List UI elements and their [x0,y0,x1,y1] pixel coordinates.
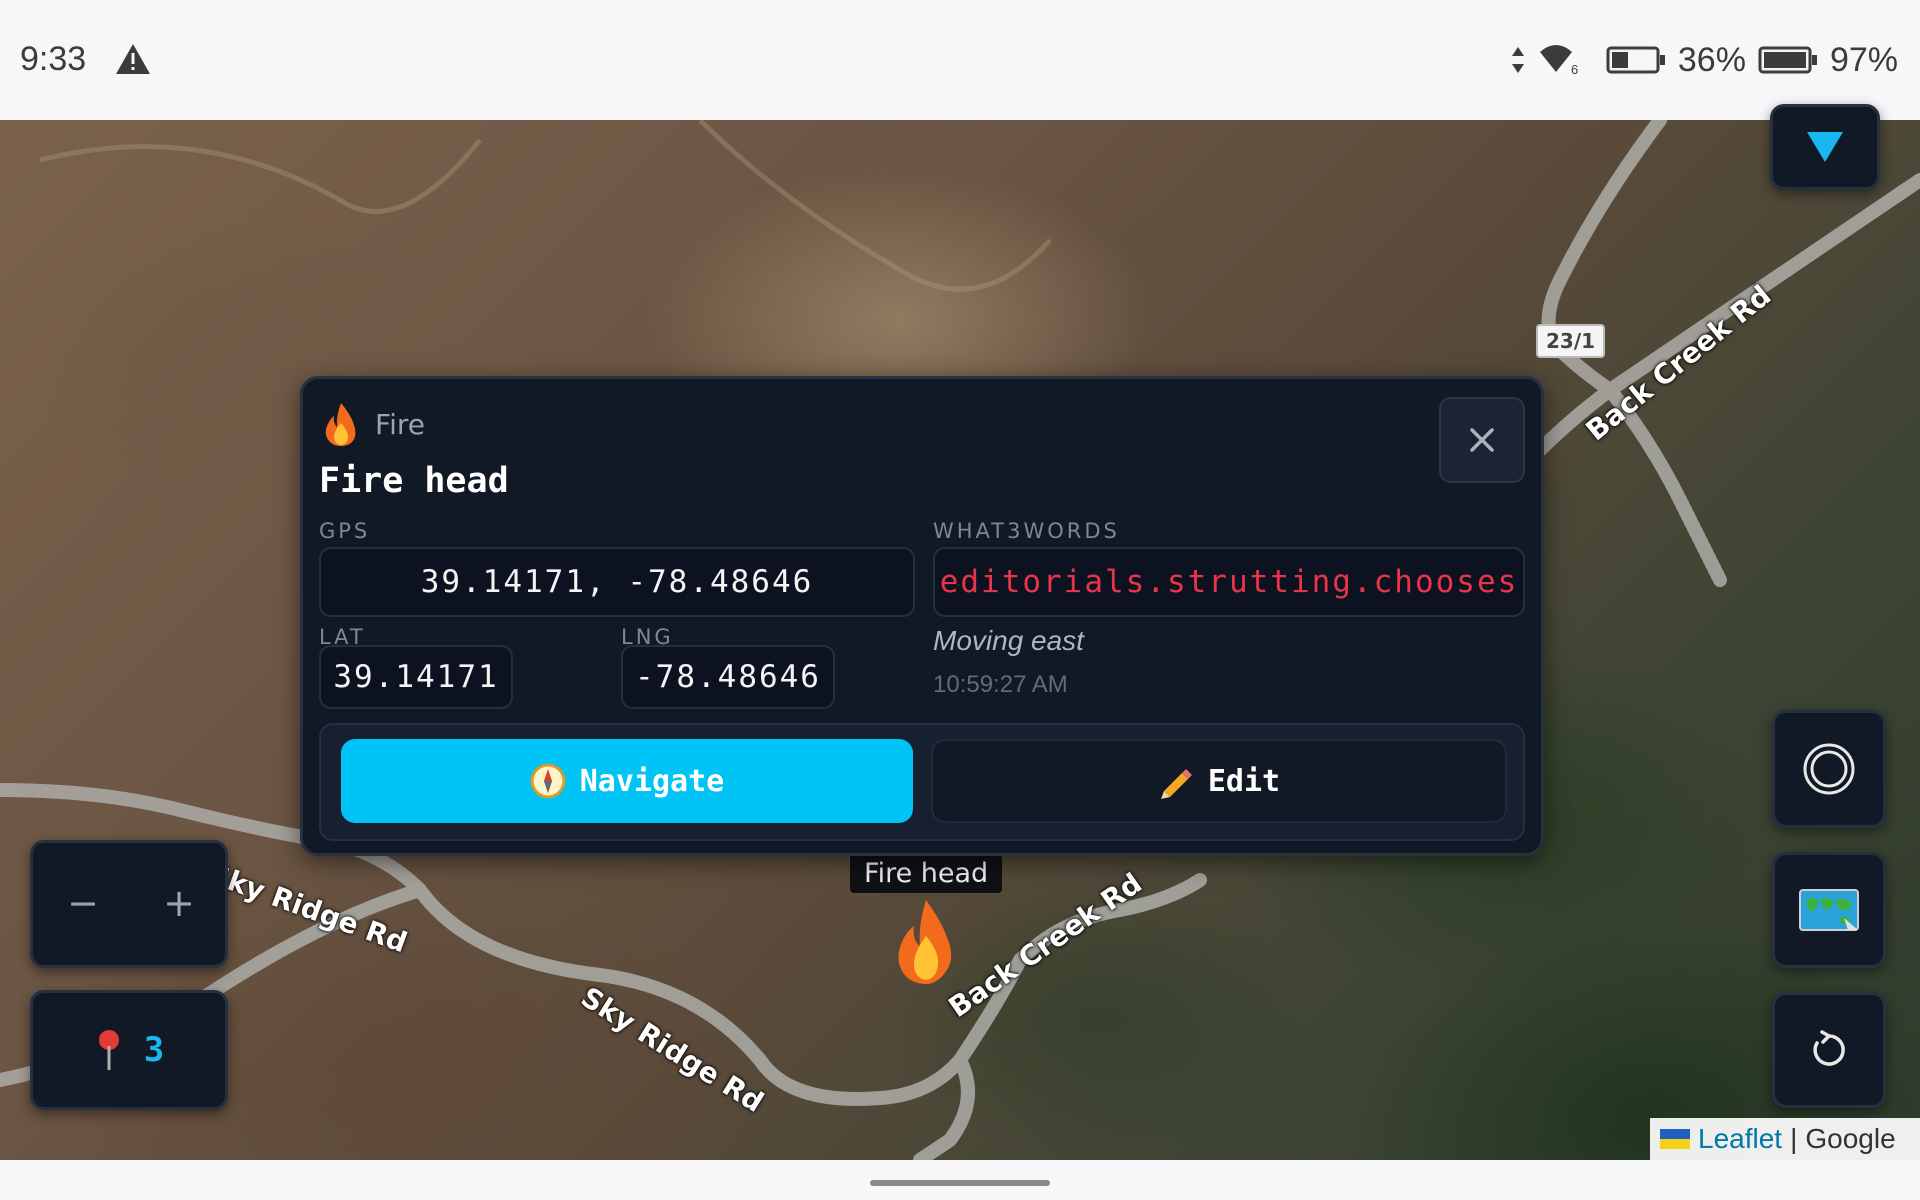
close-button[interactable] [1439,397,1525,483]
target-icon [1803,743,1855,795]
edit-button[interactable]: Edit [931,739,1507,823]
zoom-out-button[interactable]: − [53,873,113,933]
marker-count-button[interactable]: 3 [30,990,228,1110]
triangle-down-icon [1807,132,1843,162]
fire-icon [325,403,356,446]
battery-b-percent: 97% [1829,40,1898,79]
popup-category-label: Fire [375,407,425,441]
lat-value[interactable]: 39.14171 [319,645,513,709]
navigate-button[interactable]: Navigate [341,739,913,823]
marker-label[interactable]: Fire head [850,854,1003,893]
zoom-control: − + [30,840,228,968]
leaflet-link[interactable]: Leaflet [1698,1123,1782,1155]
world-map-icon [1799,889,1859,931]
marker-count: 3 [143,1030,165,1070]
pencil-icon [1160,769,1192,799]
what3words-value[interactable]: editorials.strutting.chooses [933,547,1525,617]
popup-actions: Navigate Edit [319,723,1525,841]
timestamp: 10:59:27 AM [933,671,1068,698]
pin-icon [98,1030,119,1070]
attribution-separator: | [1790,1123,1798,1154]
compass-icon [530,763,566,799]
google-attribution: Google [1805,1123,1896,1154]
close-icon [1470,428,1494,452]
status-bar: 9:33 6 36% 97% [0,0,1920,120]
battery-icon [1606,46,1665,74]
svg-text:6: 6 [1571,62,1578,76]
battery-icon [1758,46,1817,74]
gps-value[interactable]: 39.14171, -78.48646 [319,547,915,617]
zoom-in-button[interactable]: + [149,873,209,933]
home-handle[interactable] [870,1180,1050,1186]
refresh-button[interactable] [1772,992,1886,1108]
map-layers-button[interactable] [1772,852,1886,968]
refresh-icon [1813,1030,1845,1066]
map-attribution: Leaflet | Google [1650,1118,1920,1160]
marker-popup: Fire Fire head GPS 39.14171, -78.48646 W… [300,376,1544,856]
movement-status: Moving east [933,625,1084,656]
lng-value[interactable]: -78.48646 [621,645,835,709]
popup-title: Fire head [319,461,509,501]
ukraine-flag-icon [1660,1129,1690,1149]
status-time: 9:33 [20,40,87,78]
edit-label: Edit [1207,763,1281,799]
gps-label: GPS [319,519,371,543]
what3words-label: WHAT3WORDS [933,519,1120,543]
system-nav-bar [0,1160,1920,1200]
battery-a-percent: 36% [1677,40,1746,79]
locate-button[interactable] [1772,710,1886,828]
fire-icon[interactable] [890,896,962,986]
filter-toggle-button[interactable] [1770,104,1880,190]
data-arrows-icon [1511,47,1524,73]
wifi-icon: 6 [1539,45,1578,76]
warning-triangle-icon [116,44,150,74]
navigate-label: Navigate [579,763,725,799]
popup-category: Fire [321,401,425,447]
status-right: 6 36% 97% [1510,40,1898,80]
route-shield: 23/1 [1536,324,1606,358]
